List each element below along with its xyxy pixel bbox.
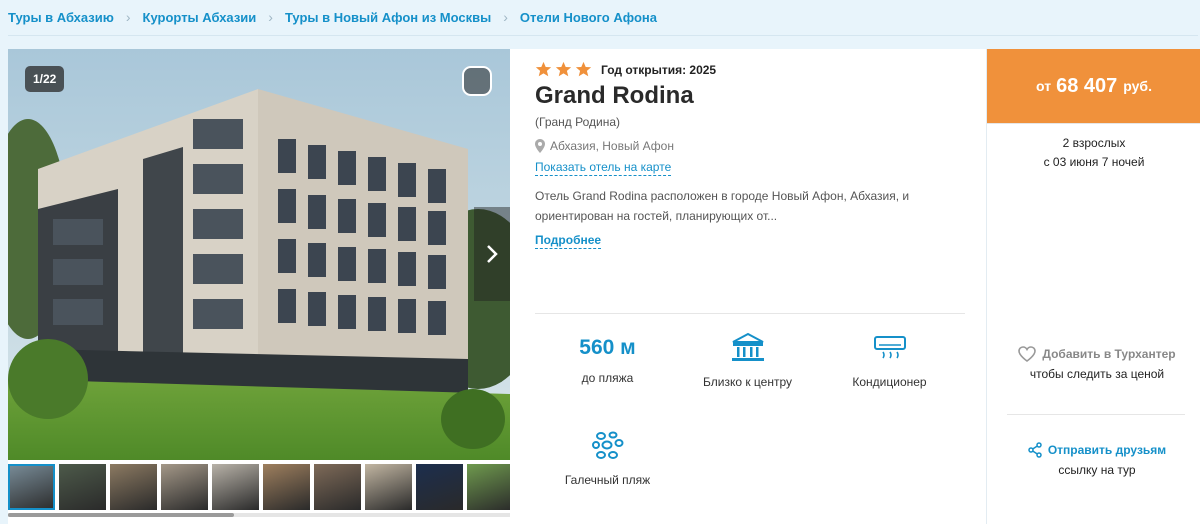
gallery-thumbnail[interactable]	[59, 464, 106, 510]
beach-distance-value: 560 м	[579, 336, 636, 359]
add-to-tourhunter-label: Добавить в Турхантер	[1042, 347, 1176, 361]
heart-icon	[1018, 346, 1037, 362]
hotel-location: Абхазия, Новый Афон	[535, 139, 674, 153]
gallery-thumbnail[interactable]	[365, 464, 412, 510]
price-prefix: от	[1036, 78, 1052, 94]
building-center-icon	[675, 331, 820, 365]
add-to-tourhunter-button[interactable]: Добавить в Турхантер	[1007, 346, 1187, 362]
chevron-right-icon: ›	[125, 9, 131, 25]
hotel-name[interactable]: Grand Rodina	[535, 82, 694, 110]
share-label: Отправить друзьям	[1047, 443, 1167, 457]
chevron-right-icon: ›	[268, 9, 273, 25]
favorite-icon[interactable]	[462, 66, 492, 96]
thumbnail-scrollbar[interactable]	[8, 513, 510, 517]
scrollbar-thumb[interactable]	[8, 513, 234, 517]
hotel-description: Отель Grand Rodina расположен в городе Н…	[535, 186, 935, 226]
center-label: Близко к центру	[703, 375, 792, 389]
location-text: Абхазия, Новый Афон	[550, 139, 674, 153]
share-tour[interactable]: Отправить друзьям ссылку на тур	[1007, 442, 1187, 477]
hotel-card: 1/22 Год открытия: 2025 Grand Rodina (Гр…	[8, 49, 1200, 524]
add-to-tourhunter-sub: чтобы следить за ценой	[1029, 367, 1165, 381]
ac-label: Кондиционер	[852, 375, 927, 389]
opening-year: Год открытия: 2025	[601, 62, 717, 77]
breadcrumb-link-abkhazia-tours[interactable]: Туры в Абхазию	[8, 10, 114, 25]
breadcrumb: Туры в Абхазию › Курорты Абхазии › Туры …	[0, 0, 1200, 34]
breadcrumb-link-new-athos-hotels[interactable]: Отели Нового Афона	[520, 10, 657, 25]
description-line: ориентирован на гостей, планирующих от..…	[535, 209, 778, 223]
gallery-thumbnail[interactable]	[8, 464, 55, 510]
gallery-thumbnail[interactable]	[467, 464, 510, 510]
hotel-building-image	[8, 49, 510, 460]
gallery-thumbnail[interactable]	[314, 464, 361, 510]
star-icon	[555, 61, 572, 77]
chevron-right-icon	[487, 245, 498, 263]
next-photo-button[interactable]	[474, 207, 510, 301]
divider	[987, 123, 1200, 124]
share-icon	[1028, 442, 1042, 458]
breadcrumb-link-new-athos-tours[interactable]: Туры в Новый Афон из Москвы	[285, 10, 491, 25]
feature-pebble-beach: Галечный пляж	[535, 429, 680, 487]
chevron-right-icon: ›	[503, 9, 508, 25]
gallery-thumbnail[interactable]	[110, 464, 157, 510]
pebbles-icon	[535, 429, 680, 463]
star-rating	[535, 61, 595, 78]
feature-beach-distance: 560 м до пляжа	[535, 333, 680, 385]
beach-distance-label: до пляжа	[581, 371, 634, 385]
show-on-map-link[interactable]: Показать отель на карте	[535, 160, 672, 176]
hotel-alt-name: (Гранд Родина)	[535, 115, 621, 129]
hotel-info: Год открытия: 2025 Grand Rodina (Гранд Р…	[535, 49, 975, 519]
gallery-thumbnail[interactable]	[263, 464, 310, 510]
share-sub: ссылку на тур	[1058, 463, 1136, 477]
feature-center: Близко к центру	[675, 331, 820, 389]
thumbnail-strip	[8, 464, 510, 511]
pebble-beach-label: Галечный пляж	[564, 473, 651, 487]
tour-dates: с 03 июня 7 ночей	[1043, 155, 1145, 169]
feature-ac: Кондиционер	[817, 331, 962, 389]
air-conditioner-icon	[817, 331, 962, 365]
rating-row: Год открытия: 2025	[535, 61, 716, 78]
main-photo[interactable]: 1/22	[8, 49, 510, 460]
description-line: Отель Grand Rodina расположен в городе Н…	[535, 189, 910, 203]
price-panel: от 68 407 руб. 2 взрослых с 03 июня 7 но…	[986, 49, 1200, 524]
add-to-tourhunter[interactable]: Добавить в Турхантер чтобы следить за це…	[1007, 346, 1187, 381]
more-details-link[interactable]: Подробнее	[535, 233, 602, 249]
share-button[interactable]: Отправить друзьям	[1007, 442, 1187, 458]
guests-count: 2 взрослых	[1062, 136, 1126, 150]
gallery-thumbnail[interactable]	[212, 464, 259, 510]
price-amount: 68 407	[1056, 74, 1118, 97]
price-button[interactable]: от 68 407 руб.	[987, 49, 1200, 123]
star-icon	[535, 61, 552, 77]
tour-params: 2 взрослых с 03 июня 7 ночей	[987, 134, 1200, 172]
photo-gallery: 1/22	[8, 49, 510, 519]
breadcrumb-link-resorts[interactable]: Курорты Абхазии	[143, 10, 257, 25]
gallery-thumbnail[interactable]	[161, 464, 208, 510]
map-pin-icon	[535, 139, 545, 153]
divider	[535, 313, 965, 314]
star-icon	[575, 61, 592, 77]
breadcrumb-divider	[8, 35, 1198, 36]
price-currency: руб.	[1123, 78, 1152, 94]
divider	[1007, 414, 1185, 415]
photo-counter: 1/22	[25, 66, 65, 92]
gallery-thumbnail[interactable]	[416, 464, 463, 510]
